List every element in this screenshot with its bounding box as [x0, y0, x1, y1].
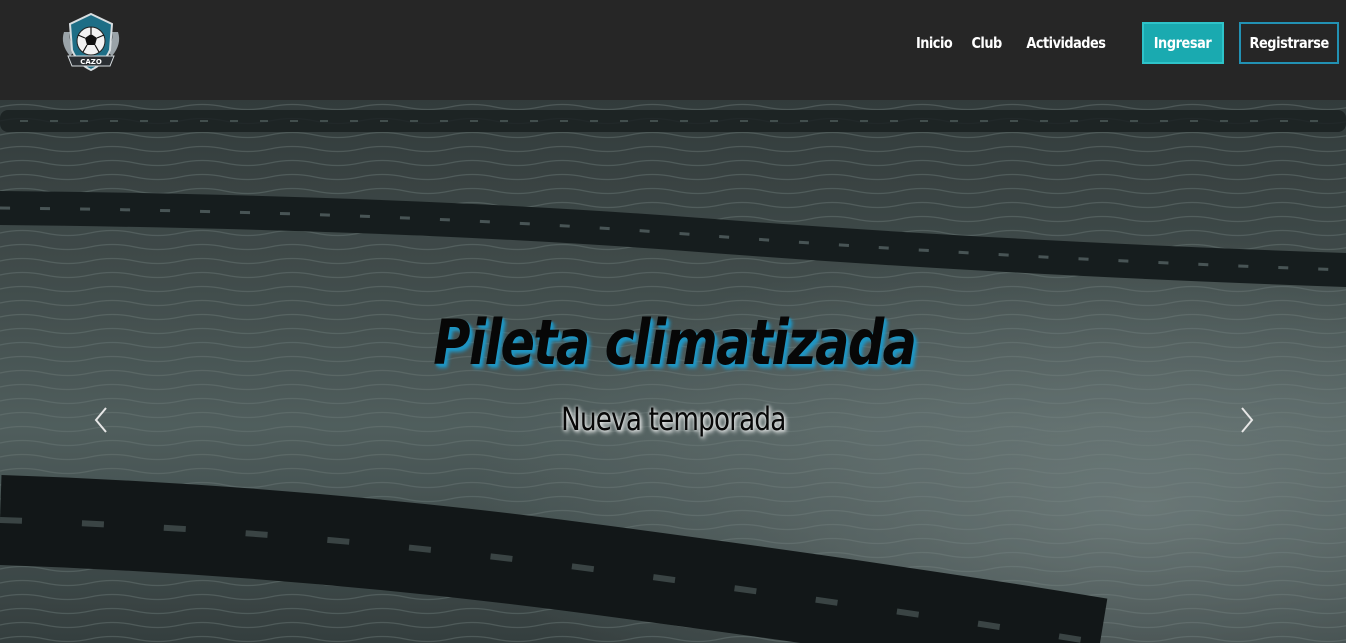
soccer-ball-shield-logo-icon: CAZO	[62, 12, 120, 72]
nav-menu: Inicio Club Actividades Ingresar Registr…	[913, 0, 1346, 86]
logo-text: CAZO	[80, 58, 102, 66]
login-button-label: Ingresar	[1154, 34, 1212, 52]
nav-link-club[interactable]: Club	[971, 34, 1002, 52]
hero-title: Pileta climatizada	[433, 306, 917, 379]
nav-link-inicio[interactable]: Inicio	[916, 34, 953, 52]
carousel-prev-button[interactable]	[86, 400, 116, 440]
chevron-right-icon	[1241, 407, 1254, 433]
top-navbar: CAZO Inicio Club Actividades Ingresar Re…	[0, 0, 1346, 100]
register-button[interactable]: Registrarse	[1239, 22, 1339, 64]
carousel-next-button[interactable]	[1232, 400, 1262, 440]
club-logo[interactable]: CAZO	[58, 10, 124, 76]
register-button-label: Registrarse	[1249, 34, 1329, 52]
nav-link-actividades[interactable]: Actividades	[1027, 34, 1107, 52]
hero-carousel: Pileta climatizada Nueva temporada	[0, 100, 1346, 643]
login-button[interactable]: Ingresar	[1142, 22, 1224, 64]
hero-subtitle: Nueva temporada	[561, 400, 786, 438]
chevron-left-icon	[94, 407, 107, 433]
